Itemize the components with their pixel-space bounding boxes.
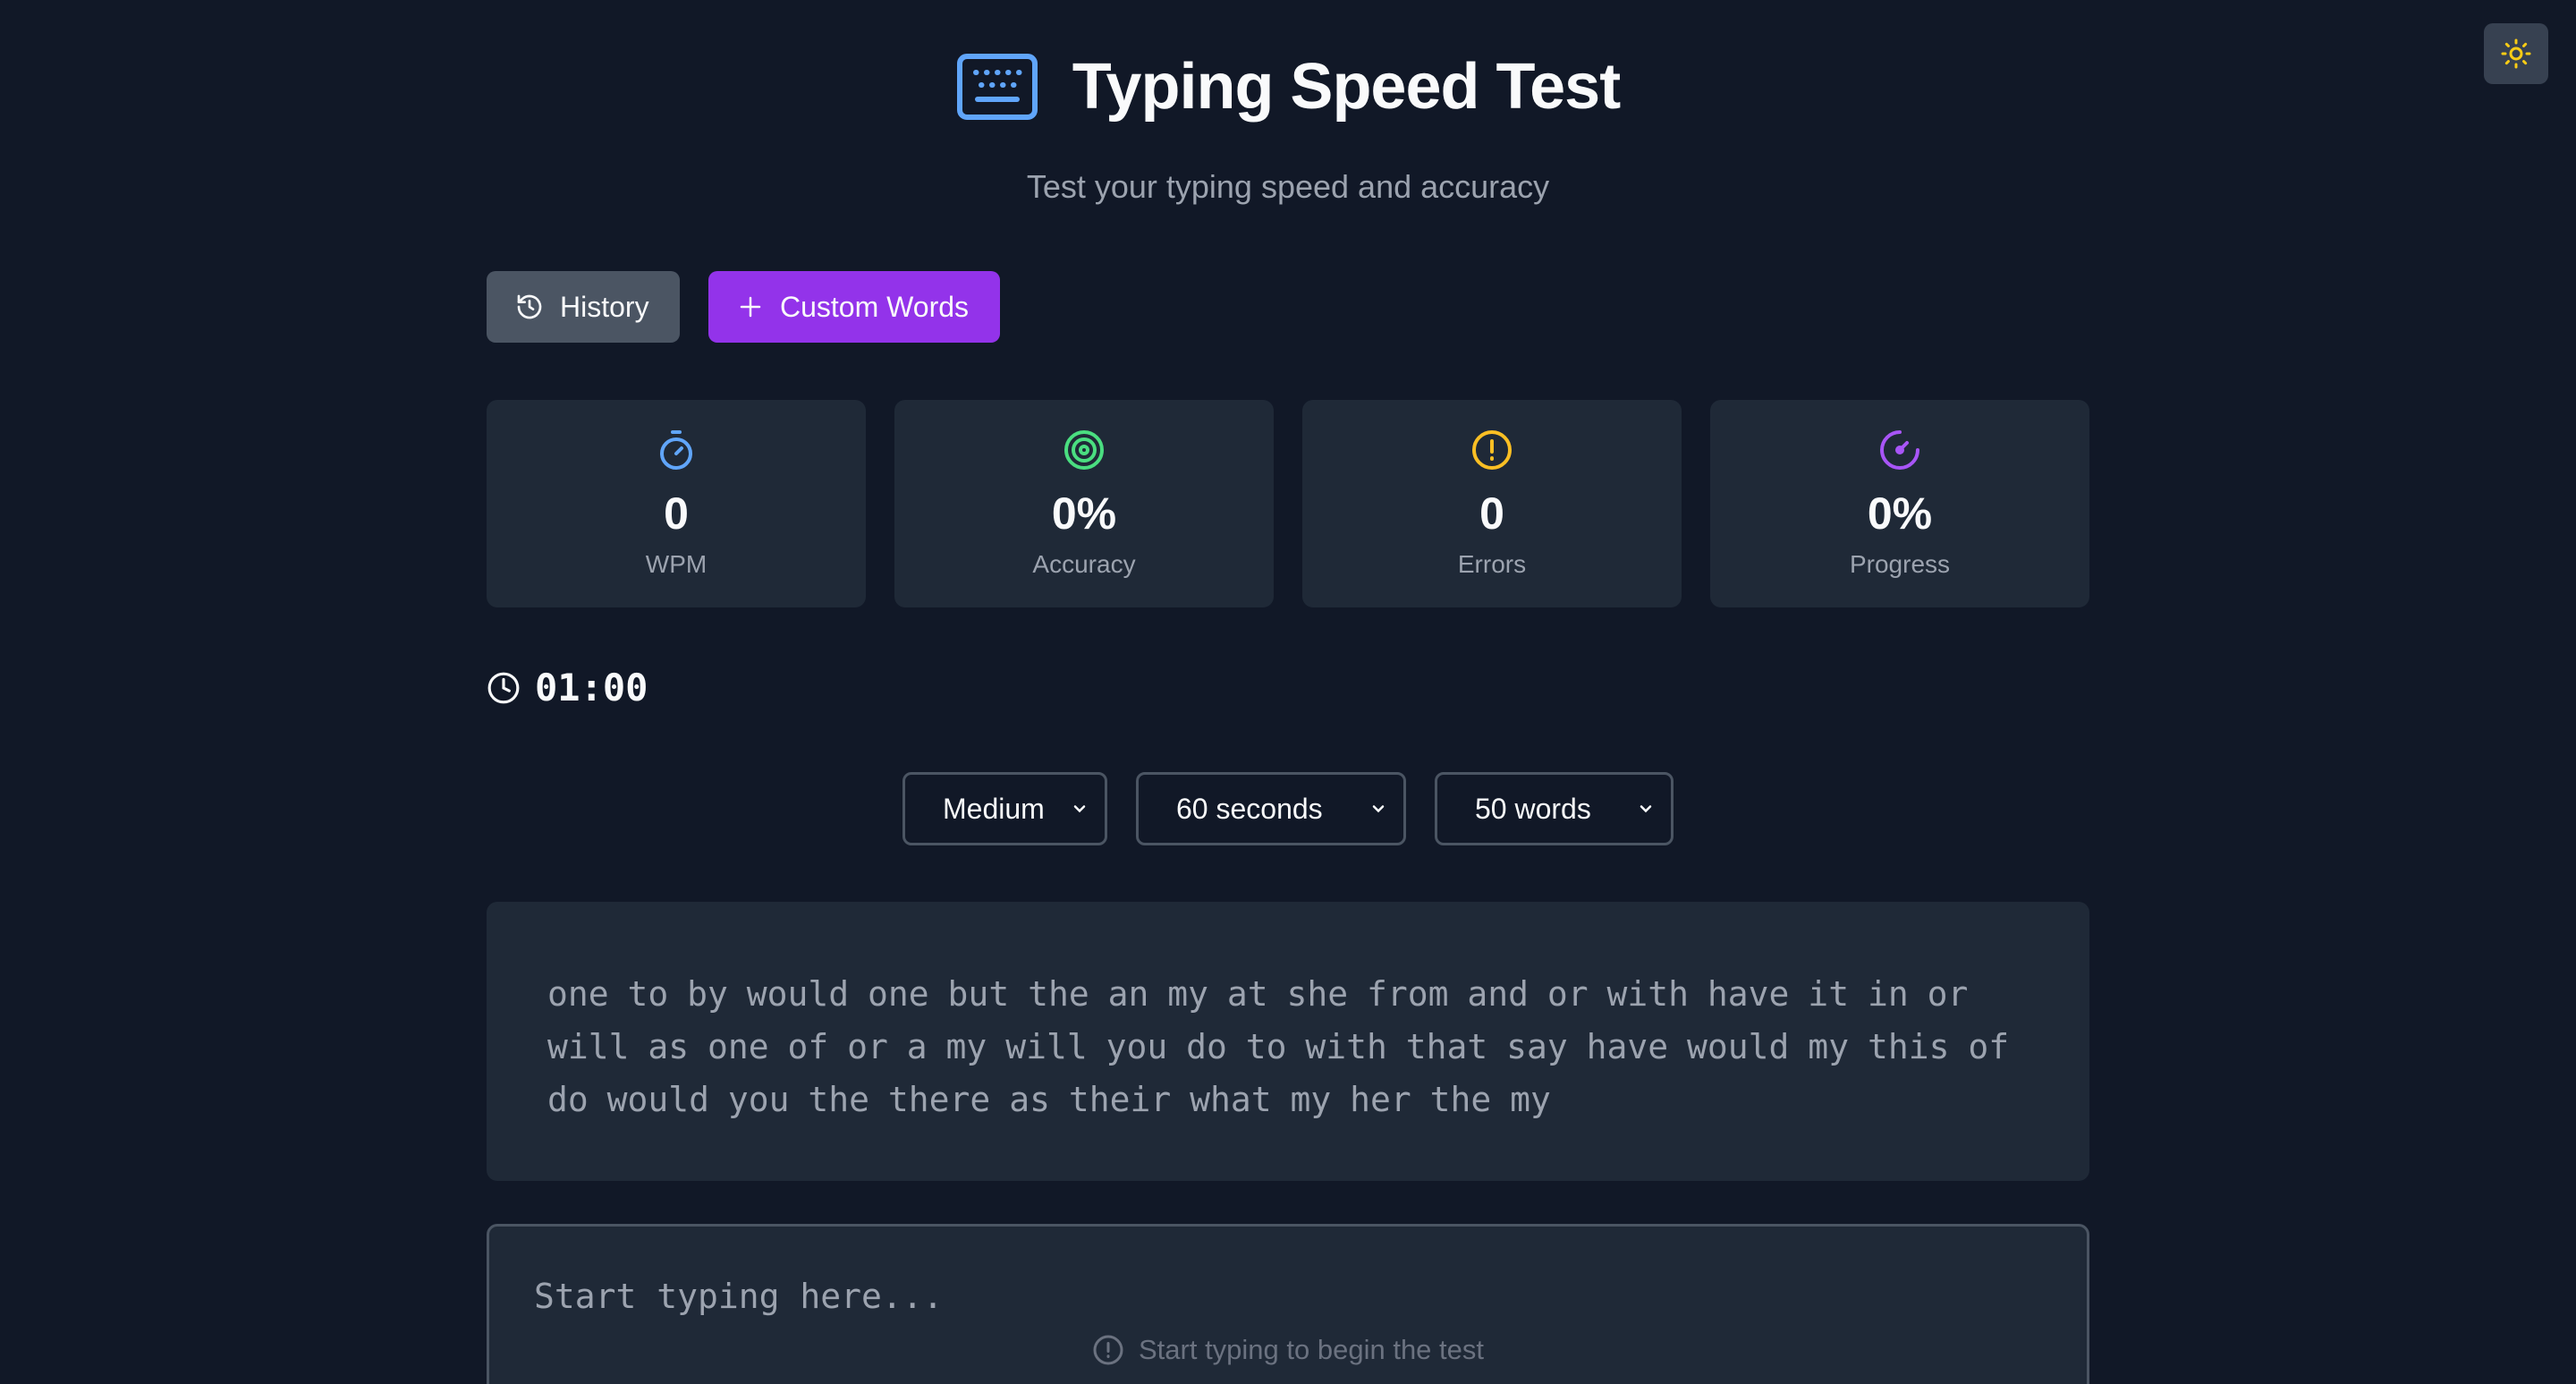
start-hint-text: Start typing to begin the test bbox=[1138, 1334, 1485, 1365]
difficulty-selected: Medium bbox=[943, 792, 1045, 825]
chevron-down-icon bbox=[1640, 805, 1652, 813]
progress-value: 0% bbox=[1867, 488, 1933, 539]
duration-select[interactable]: 60 seconds bbox=[1136, 772, 1406, 845]
plus-icon bbox=[740, 296, 761, 318]
page-title: Typing Speed Test bbox=[1072, 51, 1621, 123]
history-icon bbox=[517, 294, 542, 319]
alert-circle-icon bbox=[1472, 430, 1512, 470]
difficulty-select[interactable]: Medium bbox=[902, 772, 1107, 845]
stopwatch-icon bbox=[660, 430, 692, 470]
info-circle-icon bbox=[1093, 1335, 1123, 1365]
chevron-down-icon bbox=[1073, 805, 1086, 813]
wpm-label: WPM bbox=[645, 550, 708, 578]
stat-card-accuracy: 0% Accuracy bbox=[894, 400, 1274, 607]
target-text: one to by would one but the an my at she… bbox=[547, 974, 2010, 1119]
custom-words-button-label: Custom Words bbox=[780, 290, 970, 323]
accuracy-label: Accuracy bbox=[1032, 550, 1136, 578]
typing-input-box: Start typing to begin the test bbox=[487, 1224, 2089, 1384]
history-button[interactable]: History bbox=[487, 271, 680, 343]
progress-label: Progress bbox=[1849, 550, 1951, 578]
duration-selected: 60 seconds bbox=[1176, 792, 1323, 825]
countdown-timer: 01:00 bbox=[487, 666, 648, 709]
word-count-selected: 50 words bbox=[1475, 792, 1591, 825]
keyboard-icon bbox=[956, 53, 1038, 121]
app-header: Typing Speed Test bbox=[0, 50, 2576, 123]
stat-card-progress: 0% Progress bbox=[1710, 400, 2089, 607]
wpm-value: 0 bbox=[664, 488, 689, 539]
history-button-label: History bbox=[560, 290, 649, 323]
word-count-select[interactable]: 50 words bbox=[1435, 772, 1674, 845]
clock-icon bbox=[487, 672, 520, 703]
custom-words-button[interactable]: Custom Words bbox=[708, 271, 1000, 343]
accuracy-value: 0% bbox=[1051, 488, 1117, 539]
typing-input[interactable] bbox=[534, 1277, 2037, 1330]
page-subtitle: Test your typing speed and accuracy bbox=[1026, 168, 1550, 205]
gauge-icon bbox=[1880, 430, 1919, 470]
start-hint: Start typing to begin the test bbox=[489, 1334, 2087, 1366]
target-text-panel: one to by would one but the an my at she… bbox=[487, 902, 2089, 1181]
chevron-down-icon bbox=[1372, 805, 1385, 813]
timer-value: 01:00 bbox=[535, 666, 648, 709]
target-icon bbox=[1064, 430, 1104, 470]
stat-card-errors: 0 Errors bbox=[1302, 400, 1682, 607]
errors-label: Errors bbox=[1457, 550, 1527, 578]
stat-card-wpm: 0 WPM bbox=[487, 400, 866, 607]
errors-value: 0 bbox=[1479, 488, 1504, 539]
